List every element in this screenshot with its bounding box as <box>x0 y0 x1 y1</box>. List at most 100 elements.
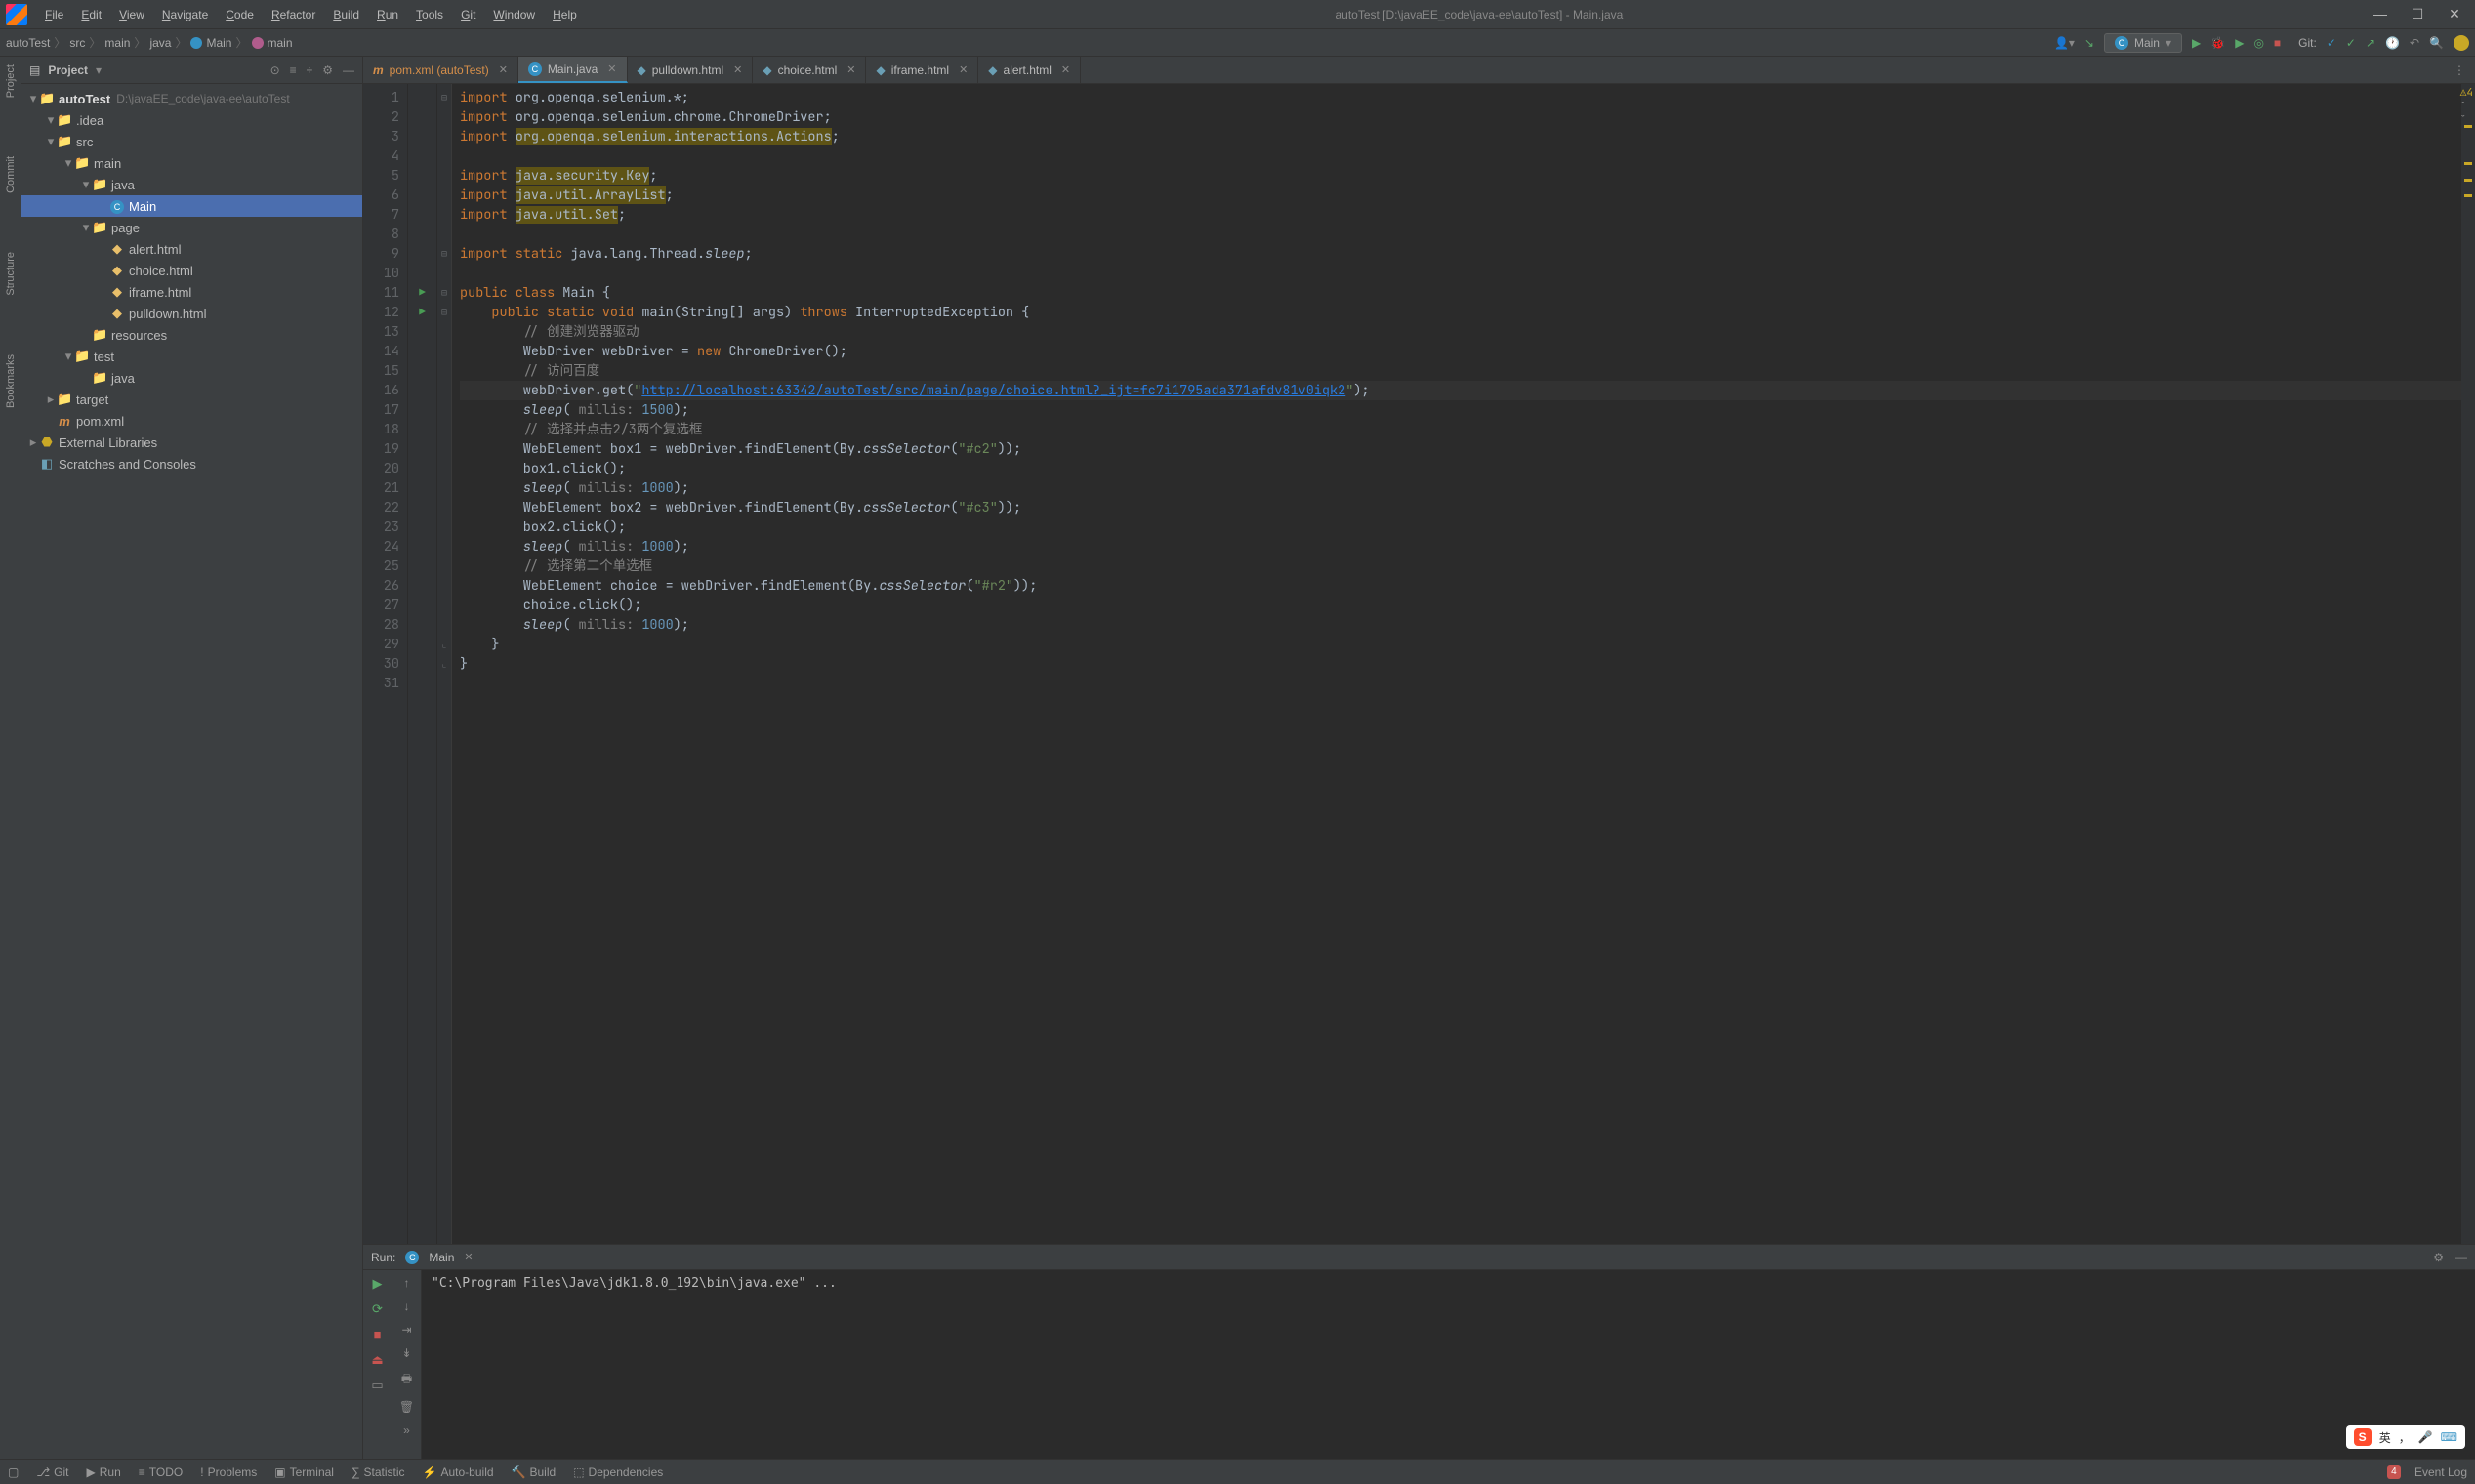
code-line-3[interactable]: import org.openqa.selenium.interactions.… <box>460 127 2461 146</box>
close-tab-icon[interactable]: ✕ <box>846 63 855 76</box>
code-line-19[interactable]: WebElement box1 = webDriver.findElement(… <box>460 439 2461 459</box>
tree-item-java[interactable]: 📁java <box>21 367 362 389</box>
tree-scratches[interactable]: ◧Scratches and Consoles <box>21 453 362 474</box>
editor-tab-alert-html[interactable]: ◆alert.html✕ <box>978 57 1081 83</box>
tree-item-pulldown-html[interactable]: ◆pulldown.html <box>21 303 362 324</box>
status-dependencies[interactable]: ⬚Dependencies <box>573 1465 663 1479</box>
code-line-12[interactable]: public static void main(String[] args) t… <box>460 303 2461 322</box>
close-tab-icon[interactable]: ✕ <box>499 63 508 76</box>
run-button-icon[interactable]: ▶ <box>2192 36 2201 50</box>
code-line-21[interactable]: sleep( millis: 1000); <box>460 478 2461 498</box>
close-tab-icon[interactable]: ✕ <box>607 62 616 75</box>
tool-windows-icon[interactable]: ▢ <box>8 1465 19 1479</box>
run-gutter[interactable]: ▶▶ <box>408 84 437 1244</box>
git-push-icon[interactable]: ↗ <box>2366 36 2375 50</box>
clear-icon[interactable]: 🗑 <box>399 1400 414 1414</box>
exit-icon[interactable]: ⏏ <box>370 1352 386 1368</box>
chevron-down-icon[interactable]: ▾ <box>96 63 102 77</box>
tree-root[interactable]: ▾📁autoTestD:\javaEE_code\java-ee\autoTes… <box>21 88 362 109</box>
menu-view[interactable]: View <box>111 4 152 25</box>
code-line-18[interactable]: // 选择并点击2/3两个复选框 <box>460 420 2461 439</box>
debug-button-icon[interactable]: 🐞 <box>2210 36 2225 50</box>
warning-mark[interactable] <box>2464 179 2472 182</box>
close-tab-icon[interactable]: ✕ <box>733 63 742 76</box>
close-tab-icon[interactable]: ✕ <box>464 1251 473 1263</box>
run-output[interactable]: "C:\Program Files\Java\jdk1.8.0_192\bin\… <box>422 1270 2475 1459</box>
tool-stripe-structure[interactable]: Structure <box>5 252 17 296</box>
tree-item-main[interactable]: CMain <box>21 195 362 217</box>
warning-mark[interactable] <box>2464 194 2472 197</box>
code-line-1[interactable]: import org.openqa.selenium.*; <box>460 88 2461 107</box>
project-tree[interactable]: ▾📁autoTestD:\javaEE_code\java-ee\autoTes… <box>21 84 362 1459</box>
code-line-7[interactable]: import java.util.Set; <box>460 205 2461 225</box>
tree-item-alert-html[interactable]: ◆alert.html <box>21 238 362 260</box>
editor-tab-iframe-html[interactable]: ◆iframe.html✕ <box>866 57 978 83</box>
close-button[interactable]: ✕ <box>2448 6 2461 22</box>
editor-tab-pom-xml-autotest-[interactable]: mpom.xml (autoTest)✕ <box>363 57 518 83</box>
code-line-16[interactable]: webDriver.get("http://localhost:63342/au… <box>460 381 2461 400</box>
menu-window[interactable]: Window <box>485 4 543 25</box>
code-line-26[interactable]: WebElement choice = webDriver.findElemen… <box>460 576 2461 596</box>
editor-tab-pulldown-html[interactable]: ◆pulldown.html✕ <box>628 57 754 83</box>
menu-code[interactable]: Code <box>218 4 262 25</box>
settings-gear-icon[interactable]: ⚙ <box>322 63 333 77</box>
minimize-button[interactable]: — <box>2373 6 2387 22</box>
git-commit-icon[interactable]: ✓ <box>2346 36 2356 50</box>
git-rollback-icon[interactable]: ↶ <box>2410 36 2419 50</box>
breadcrumb-item[interactable]: autoTest <box>6 36 50 50</box>
code-line-6[interactable]: import java.util.ArrayList; <box>460 186 2461 205</box>
status-run[interactable]: ▶Run <box>87 1465 121 1479</box>
code-line-17[interactable]: sleep( millis: 1500); <box>460 400 2461 420</box>
code-line-31[interactable] <box>460 674 2461 693</box>
menu-tools[interactable]: Tools <box>408 4 451 25</box>
breadcrumb-item[interactable]: main <box>104 36 130 50</box>
ime-indicator[interactable]: S 英 ， 🎤 ⌨ <box>2346 1425 2465 1449</box>
tool-stripe-project[interactable]: Project <box>5 64 17 98</box>
status-statistic[interactable]: ∑Statistic <box>351 1465 405 1479</box>
status-git[interactable]: ⎇Git <box>36 1465 68 1479</box>
code-line-15[interactable]: // 访问百度 <box>460 361 2461 381</box>
tool-stripe-bookmarks[interactable]: Bookmarks <box>5 354 17 408</box>
code-line-30[interactable]: } <box>460 654 2461 674</box>
event-log-button[interactable]: Event Log <box>2414 1465 2467 1479</box>
coverage-button-icon[interactable]: ▶ <box>2235 36 2244 50</box>
rerun-icon[interactable]: ▶ <box>370 1276 386 1292</box>
stop-button-icon[interactable]: ■ <box>2274 36 2281 50</box>
fold-gutter[interactable]: ⊟⊟⊟⊟⌞⌞ <box>437 84 451 1244</box>
error-stripe[interactable]: ⚠4 ˆ ˇ <box>2461 84 2475 1244</box>
code-line-28[interactable]: sleep( millis: 1000); <box>460 615 2461 635</box>
profile-button-icon[interactable]: ◎ <box>2253 36 2263 50</box>
breadcrumb-item[interactable]: Main <box>206 36 231 50</box>
git-update-icon[interactable]: ✓ <box>2327 36 2336 50</box>
menu-run[interactable]: Run <box>369 4 406 25</box>
collapse-all-icon[interactable]: ÷ <box>307 63 313 77</box>
code-line-23[interactable]: box2.click(); <box>460 517 2461 537</box>
menu-file[interactable]: File <box>37 4 71 25</box>
code-line-14[interactable]: WebDriver webDriver = new ChromeDriver()… <box>460 342 2461 361</box>
settings-gear-icon[interactable]: ⚙ <box>2433 1251 2444 1264</box>
tree-item-src[interactable]: ▾📁src <box>21 131 362 152</box>
users-icon[interactable]: 👤▾ <box>2054 36 2075 50</box>
status-problems[interactable]: !Problems <box>200 1465 257 1479</box>
editor-tab-main-java[interactable]: CMain.java✕ <box>518 57 628 83</box>
warning-mark[interactable] <box>2464 125 2472 128</box>
tree-item-java[interactable]: ▾📁java <box>21 174 362 195</box>
up-icon[interactable]: ↑ <box>404 1276 410 1290</box>
code-line-20[interactable]: box1.click(); <box>460 459 2461 478</box>
hide-panel-icon[interactable]: — <box>2455 1251 2467 1264</box>
tree-item-pom-xml[interactable]: mpom.xml <box>21 410 362 432</box>
hide-panel-icon[interactable]: — <box>343 63 354 77</box>
print-icon[interactable]: 🖶 <box>401 1370 412 1390</box>
tool-stripe-commit[interactable]: Commit <box>5 156 17 193</box>
expand-all-icon[interactable]: ≡ <box>290 63 297 77</box>
layout-icon[interactable]: ▭ <box>370 1378 386 1393</box>
stop-icon[interactable]: ■ <box>370 1327 386 1342</box>
code-line-2[interactable]: import org.openqa.selenium.chrome.Chrome… <box>460 107 2461 127</box>
close-tab-icon[interactable]: ✕ <box>1061 63 1070 76</box>
code-line-29[interactable]: } <box>460 635 2461 654</box>
code-content[interactable]: import org.openqa.selenium.*;import org.… <box>451 84 2461 1244</box>
warning-mark[interactable] <box>2464 162 2472 165</box>
code-line-10[interactable] <box>460 264 2461 283</box>
tree-item-iframe-html[interactable]: ◆iframe.html <box>21 281 362 303</box>
expand-icon[interactable]: » <box>403 1423 410 1437</box>
